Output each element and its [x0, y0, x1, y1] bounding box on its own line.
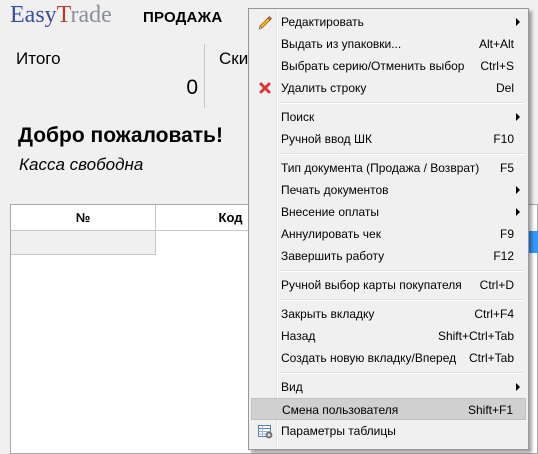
menu-item-label: Создать новую вкладку/Вперед	[281, 351, 457, 365]
menu-item-label: Редактировать	[281, 15, 364, 29]
menu-item-shortcut: Ctrl+F4	[474, 307, 514, 321]
logo-text-rade: rade	[70, 2, 112, 28]
menu-item-label: Вид	[281, 380, 303, 394]
menu-item-close-tab[interactable]: Закрыть вкладку Ctrl+F4	[251, 303, 526, 325]
menu-item-label: Внесение оплаты	[281, 205, 380, 219]
menu-item-customer-card[interactable]: Ручной выбор карты покупателя Ctrl+D	[251, 274, 526, 296]
menu-item-label: Ручной выбор карты покупателя	[281, 278, 462, 292]
menu-item-select-series[interactable]: Выбрать серию/Отменить выбор Ctrl+S	[251, 55, 526, 77]
menu-item-shortcut: F9	[499, 227, 514, 241]
menu-item-shortcut: F5	[499, 161, 514, 175]
pencil-icon	[257, 14, 273, 30]
menu-item-new-tab[interactable]: Создать новую вкладку/Вперед Ctrl+Tab	[251, 347, 526, 369]
table-settings-icon	[257, 423, 273, 439]
menu-item-unpack[interactable]: Выдать из упаковки... Alt+Alt	[251, 33, 526, 55]
totals-divider	[204, 44, 205, 108]
context-menu: Редактировать Выдать из упаковки... Alt+…	[248, 8, 529, 450]
menu-item-label: Поиск	[281, 110, 315, 124]
app-logo: EasyTrade	[10, 2, 112, 29]
menu-item-shortcut: F10	[493, 132, 514, 146]
menu-item-label: Завершить работу	[281, 249, 385, 263]
mode-title: ПРОДАЖА	[143, 9, 223, 26]
menu-item-shortcut: Del	[495, 81, 514, 95]
menu-item-search[interactable]: Поиск	[251, 106, 526, 128]
submenu-arrow-icon	[516, 208, 520, 216]
menu-item-manual-barcode[interactable]: Ручной ввод ШК F10	[251, 128, 526, 150]
menu-item-label: Смена пользователя	[282, 403, 399, 417]
menu-item-label: Выбрать серию/Отменить выбор	[281, 59, 465, 73]
welcome-heading: Добро пожаловать!	[18, 124, 223, 147]
menu-item-label: Печать документов	[281, 183, 389, 197]
menu-item-edit[interactable]: Редактировать	[251, 11, 526, 33]
menu-item-delete-row[interactable]: Удалить строку Del	[251, 77, 526, 99]
menu-item-label: Ручной ввод ШК	[281, 132, 372, 146]
menu-separator	[279, 153, 524, 155]
submenu-arrow-icon	[516, 186, 520, 194]
menu-item-switch-user[interactable]: Смена пользователя Shift+F1	[251, 398, 526, 420]
menu-item-label: Аннулировать чек	[281, 227, 381, 241]
menu-item-shortcut: F12	[493, 249, 514, 263]
logo-text-t: T	[56, 2, 71, 28]
menu-item-shortcut: Shift+F1	[467, 403, 513, 417]
logo-text-easy: Easy	[10, 2, 57, 28]
submenu-arrow-icon	[516, 383, 520, 391]
menu-item-label: Выдать из упаковки...	[281, 37, 402, 51]
column-header-number[interactable]: №	[11, 205, 156, 231]
menu-item-label: Удалить строку	[281, 81, 367, 95]
menu-item-label: Назад	[281, 329, 316, 343]
menu-separator	[279, 299, 524, 301]
menu-item-shortcut: Shift+Ctrl+Tab	[437, 329, 514, 343]
menu-item-label: Параметры таблицы	[281, 424, 396, 438]
menu-separator	[279, 102, 524, 104]
cashier-status: Касса свободна	[19, 155, 144, 174]
menu-item-view[interactable]: Вид	[251, 376, 526, 398]
menu-item-print-documents[interactable]: Печать документов	[251, 179, 526, 201]
menu-separator	[279, 372, 524, 374]
menu-item-back[interactable]: Назад Shift+Ctrl+Tab	[251, 325, 526, 347]
menu-item-shortcut: Ctrl+Tab	[468, 351, 514, 365]
menu-item-payment[interactable]: Внесение оплаты	[251, 201, 526, 223]
menu-separator	[279, 270, 524, 272]
menu-item-document-type[interactable]: Тип документа (Продажа / Возврат) F5	[251, 157, 526, 179]
menu-item-void-receipt[interactable]: Аннулировать чек F9	[251, 223, 526, 245]
menu-item-label: Закрыть вкладку	[281, 307, 375, 321]
menu-item-shortcut: Ctrl+D	[479, 278, 514, 292]
menu-item-label: Тип документа (Продажа / Возврат)	[281, 161, 480, 175]
menu-item-shortcut: Ctrl+S	[480, 59, 514, 73]
total-value: 0	[186, 76, 198, 99]
total-label: Итого	[16, 49, 61, 68]
table-row-indicator[interactable]	[11, 231, 156, 255]
menu-item-shortcut: Alt+Alt	[478, 37, 514, 51]
submenu-arrow-icon	[516, 18, 520, 26]
menu-item-table-settings[interactable]: Параметры таблицы	[251, 420, 526, 442]
submenu-arrow-icon	[516, 113, 520, 121]
menu-item-finish-work[interactable]: Завершить работу F12	[251, 245, 526, 267]
delete-x-icon	[257, 80, 273, 96]
